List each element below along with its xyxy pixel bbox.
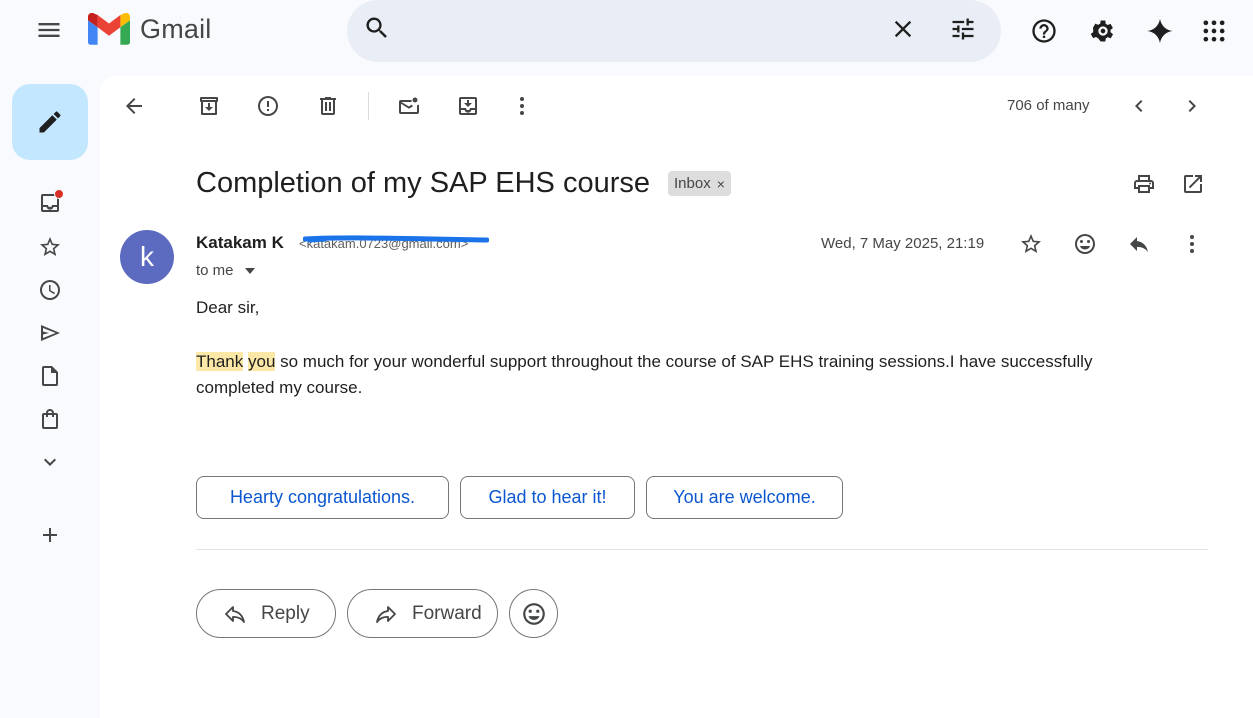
report-spam-button[interactable] <box>248 86 288 126</box>
remove-label-icon[interactable]: × <box>717 176 725 192</box>
forward-label: Forward <box>412 602 482 624</box>
chevron-left-icon <box>1135 100 1143 112</box>
mark-unread-button[interactable] <box>389 86 429 126</box>
older-button[interactable] <box>1172 86 1212 126</box>
file-icon <box>42 366 58 386</box>
archive-icon <box>200 97 218 115</box>
print-all-button[interactable] <box>1124 164 1164 204</box>
search-button[interactable] <box>357 8 397 48</box>
help-icon <box>1032 19 1056 43</box>
emoji-reaction-button[interactable] <box>509 589 558 638</box>
rail-snoozed[interactable] <box>30 270 70 310</box>
compose-button[interactable] <box>12 84 88 160</box>
clock-icon <box>40 280 60 300</box>
rail-add-label[interactable] <box>30 515 70 555</box>
move-to-inbox-icon <box>459 97 477 115</box>
gmail-logo[interactable]: Gmail <box>88 13 212 45</box>
rail-sent[interactable] <box>30 313 70 353</box>
newer-button[interactable] <box>1119 86 1159 126</box>
email-greeting: Dear sir, <box>196 298 260 317</box>
move-to-button[interactable] <box>448 86 488 126</box>
open-in-new-icon <box>1184 175 1202 193</box>
plus-icon <box>43 528 57 542</box>
label-text: Inbox <box>674 175 711 192</box>
close-icon <box>894 20 912 38</box>
reply-button[interactable]: Reply <box>196 589 336 638</box>
sender-avatar[interactable]: k <box>120 230 174 284</box>
search-bar[interactable] <box>347 0 1001 62</box>
more-vert-icon <box>1190 235 1194 253</box>
pencil-icon <box>39 111 61 133</box>
smiley-icon <box>522 602 545 625</box>
caret-down-icon <box>244 267 255 274</box>
clear-search-button[interactable] <box>883 9 923 49</box>
delete-button[interactable] <box>308 86 348 126</box>
clipboard-icon <box>42 409 58 429</box>
chevron-down-icon <box>44 458 56 466</box>
forward-icon <box>376 605 396 623</box>
add-reaction-button[interactable] <box>1065 224 1105 264</box>
rail-more[interactable] <box>30 442 70 482</box>
smart-reply-button[interactable]: Hearty congratulations. <box>196 476 449 519</box>
pagination-text: 706 of many <box>1007 97 1090 114</box>
search-icon <box>366 17 387 38</box>
toolbar-divider <box>368 92 369 120</box>
back-button[interactable] <box>114 86 154 126</box>
support-button[interactable] <box>1024 11 1064 51</box>
print-icon <box>1134 175 1154 193</box>
alert-circle-icon <box>258 96 278 116</box>
email-subject: Completion of my SAP EHS course <box>196 167 650 199</box>
message-more-button[interactable] <box>1172 224 1212 264</box>
redaction-scribble <box>303 235 489 243</box>
sparkle-icon <box>1147 18 1173 44</box>
search-input[interactable] <box>409 14 889 48</box>
divider <box>196 549 1208 550</box>
mail-unread-icon <box>399 97 419 114</box>
reply-icon <box>1130 237 1148 252</box>
chevron-right-icon <box>1188 100 1196 112</box>
body-text: so much for your wonderful support throu… <box>196 352 1093 397</box>
google-apps-button[interactable] <box>1194 11 1234 51</box>
search-highlight: you <box>247 352 276 371</box>
star-button[interactable] <box>1011 224 1051 264</box>
rail-drafts[interactable] <box>30 356 70 396</box>
archive-button[interactable] <box>189 86 229 126</box>
search-highlight: Thank <box>196 352 244 371</box>
forward-button[interactable]: Forward <box>347 589 498 638</box>
arrow-back-icon <box>126 98 142 114</box>
rail-starred[interactable] <box>30 227 70 267</box>
message-date: Wed, 7 May 2025, 21:19 <box>821 235 985 252</box>
smart-reply-button[interactable]: You are welcome. <box>646 476 843 519</box>
more-vert-icon <box>520 97 524 115</box>
open-new-window-button[interactable] <box>1173 164 1213 204</box>
recipient-details-toggle[interactable]: to me <box>196 262 255 279</box>
main-menu-button[interactable] <box>29 10 69 50</box>
email-body: Thank you so much for your wonderful sup… <box>196 349 1156 401</box>
reply-icon-button[interactable] <box>1119 224 1159 264</box>
trash-icon <box>320 97 336 115</box>
settings-button[interactable] <box>1083 11 1123 51</box>
smiley-icon <box>1075 234 1095 254</box>
app-name: Gmail <box>140 13 212 44</box>
send-icon <box>41 325 60 341</box>
reply-label: Reply <box>261 602 310 624</box>
unread-badge <box>54 189 64 199</box>
search-options-button[interactable] <box>943 9 983 49</box>
menu-icon <box>38 23 60 37</box>
inbox-label-chip[interactable]: Inbox × <box>668 171 731 196</box>
gear-icon <box>1090 20 1114 42</box>
gmail-m-icon <box>88 13 130 45</box>
apps-grid-icon <box>1203 20 1225 42</box>
recipient-text: to me <box>196 262 234 279</box>
rail-purchases[interactable] <box>30 399 70 439</box>
star-outline-icon <box>1021 234 1041 253</box>
tune-icon <box>952 18 974 40</box>
sender-name[interactable]: Katakam K <box>196 233 284 253</box>
star-icon <box>40 237 60 256</box>
rail-inbox[interactable] <box>30 183 70 223</box>
gemini-button[interactable] <box>1140 11 1180 51</box>
smart-reply-button[interactable]: Glad to hear it! <box>460 476 635 519</box>
reply-icon <box>225 605 245 623</box>
more-options-button[interactable] <box>502 86 542 126</box>
